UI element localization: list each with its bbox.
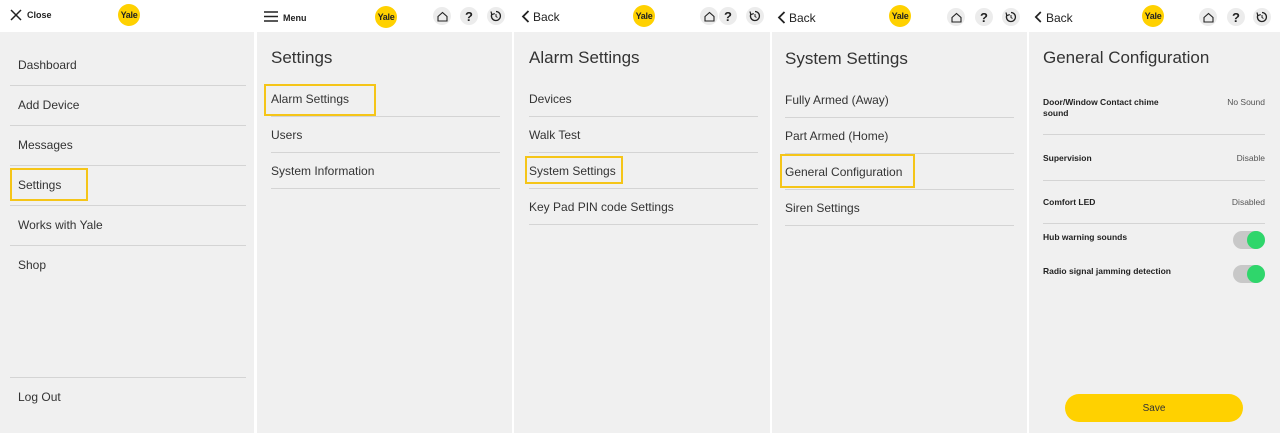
menu-item-add-device[interactable]: Add Device bbox=[18, 98, 79, 112]
divider bbox=[271, 116, 500, 117]
config-value-supervision[interactable]: Disable bbox=[1237, 153, 1265, 163]
menu-panel: Close Yale Dashboard Add Device Messages… bbox=[0, 0, 254, 433]
toggle-knob bbox=[1247, 231, 1265, 249]
help-icon[interactable]: ? bbox=[1227, 8, 1245, 26]
divider bbox=[10, 85, 246, 86]
divider bbox=[271, 152, 500, 153]
divider bbox=[10, 165, 246, 166]
alarm-item-keypad-pin[interactable]: Key Pad PIN code Settings bbox=[529, 200, 674, 214]
yale-logo: Yale bbox=[375, 6, 397, 28]
settings-item-users[interactable]: Users bbox=[271, 128, 302, 142]
alarm-item-walk-test[interactable]: Walk Test bbox=[529, 128, 580, 142]
home-icon[interactable] bbox=[947, 8, 965, 26]
divider bbox=[10, 205, 246, 206]
yale-logo: Yale bbox=[1142, 5, 1164, 27]
back-label[interactable]: Back bbox=[789, 11, 816, 25]
config-label-chime: Door/Window Contact chime sound bbox=[1043, 97, 1159, 118]
page-title: General Configuration bbox=[1043, 48, 1210, 67]
divider bbox=[529, 224, 758, 225]
page-title: Alarm Settings bbox=[529, 48, 640, 67]
system-settings-highlight bbox=[525, 156, 623, 184]
page-title: System Settings bbox=[785, 49, 908, 68]
menu-item-works-with-yale[interactable]: Works with Yale bbox=[18, 218, 103, 232]
yale-logo: Yale bbox=[889, 5, 911, 27]
page-title: Settings bbox=[271, 48, 333, 67]
settings-topbar: Menu Yale ? bbox=[257, 0, 512, 32]
config-label-jamming: Radio signal jamming detection bbox=[1043, 266, 1171, 276]
back-label[interactable]: Back bbox=[1046, 11, 1073, 25]
yale-logo: Yale bbox=[633, 5, 655, 27]
divider bbox=[785, 225, 1014, 226]
settings-highlight bbox=[10, 168, 88, 201]
divider bbox=[1043, 180, 1265, 181]
divider bbox=[271, 188, 500, 189]
jamming-detection-toggle[interactable] bbox=[1233, 265, 1265, 283]
divider bbox=[785, 189, 1014, 190]
divider bbox=[10, 125, 246, 126]
alarm-settings-panel: Back Yale ? Alarm Settings Devices Walk … bbox=[514, 0, 770, 433]
config-value-chime[interactable]: No Sound bbox=[1227, 97, 1265, 107]
logout-link[interactable]: Log Out bbox=[18, 390, 61, 404]
help-icon[interactable]: ? bbox=[975, 8, 993, 26]
divider bbox=[529, 116, 758, 117]
back-chevron-icon[interactable] bbox=[519, 9, 531, 23]
system-item-siren-settings[interactable]: Siren Settings bbox=[785, 201, 860, 215]
home-icon[interactable] bbox=[433, 7, 451, 25]
menu-item-shop[interactable]: Shop bbox=[18, 258, 46, 272]
system-item-fully-armed[interactable]: Fully Armed (Away) bbox=[785, 93, 889, 107]
refresh-icon[interactable] bbox=[1002, 8, 1020, 26]
home-icon[interactable] bbox=[1199, 8, 1217, 26]
divider bbox=[785, 117, 1014, 118]
general-configuration-highlight bbox=[780, 154, 915, 188]
toggle-knob bbox=[1247, 265, 1265, 283]
back-chevron-icon[interactable] bbox=[775, 10, 787, 24]
config-label-supervision: Supervision bbox=[1043, 153, 1092, 163]
hub-warning-toggle[interactable] bbox=[1233, 231, 1265, 249]
menu-item-dashboard[interactable]: Dashboard bbox=[18, 58, 77, 72]
divider bbox=[10, 245, 246, 246]
system-item-part-armed[interactable]: Part Armed (Home) bbox=[785, 129, 888, 143]
menu-topbar: Close Yale bbox=[0, 0, 254, 32]
settings-panel: Menu Yale ? Settings Alarm Settings User… bbox=[257, 0, 512, 433]
general-topbar: Back Yale ? bbox=[1029, 0, 1280, 32]
menu-item-messages[interactable]: Messages bbox=[18, 138, 73, 152]
alarm-item-devices[interactable]: Devices bbox=[529, 92, 572, 106]
help-icon[interactable]: ? bbox=[719, 7, 737, 25]
divider bbox=[529, 188, 758, 189]
general-configuration-panel: Back Yale ? General Configuration Door/W… bbox=[1029, 0, 1280, 433]
alarm-topbar: Back Yale ? bbox=[514, 0, 770, 32]
back-chevron-icon[interactable] bbox=[1032, 10, 1043, 23]
refresh-icon[interactable] bbox=[1253, 8, 1271, 26]
help-icon[interactable]: ? bbox=[460, 7, 478, 25]
system-settings-panel: Back Yale ? System Settings Fully Armed … bbox=[772, 0, 1027, 433]
divider bbox=[529, 152, 758, 153]
settings-item-system-information[interactable]: System Information bbox=[271, 164, 374, 178]
yale-logo: Yale bbox=[118, 4, 140, 26]
hamburger-icon[interactable] bbox=[264, 10, 278, 22]
close-icon[interactable] bbox=[9, 8, 23, 22]
alarm-settings-highlight bbox=[264, 84, 376, 116]
menu-label[interactable]: Menu bbox=[283, 13, 307, 23]
save-button[interactable]: Save bbox=[1065, 394, 1243, 422]
config-value-comfort-led[interactable]: Disabled bbox=[1232, 197, 1265, 207]
home-icon[interactable] bbox=[700, 7, 718, 25]
refresh-icon[interactable] bbox=[746, 7, 764, 25]
config-label-hub-warning: Hub warning sounds bbox=[1043, 232, 1128, 242]
refresh-icon[interactable] bbox=[487, 7, 505, 25]
divider bbox=[10, 377, 246, 378]
config-label-comfort-led: Comfort LED bbox=[1043, 197, 1096, 207]
close-label[interactable]: Close bbox=[27, 10, 52, 20]
divider bbox=[1043, 134, 1265, 135]
back-label[interactable]: Back bbox=[533, 10, 560, 24]
system-topbar: Back Yale ? bbox=[772, 0, 1027, 32]
divider bbox=[1043, 223, 1265, 224]
